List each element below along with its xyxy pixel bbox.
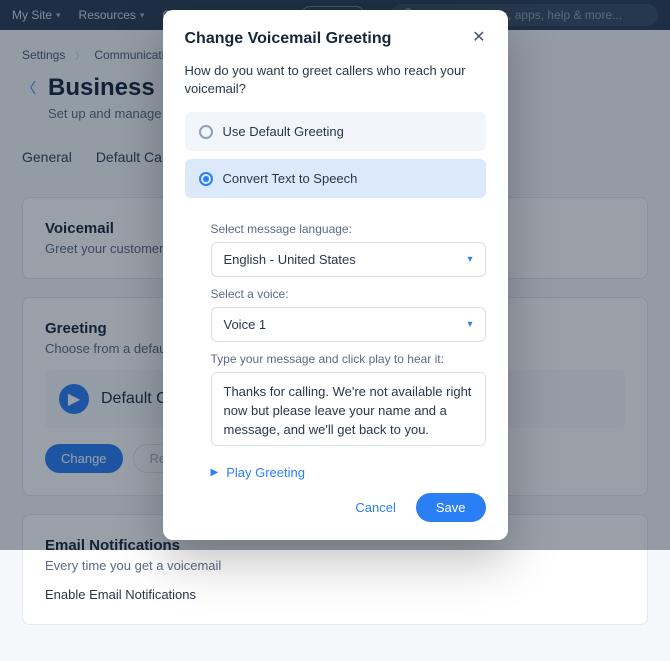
select-value: English - United States: [224, 252, 356, 267]
tts-settings: Select message language: English - Unite…: [185, 206, 486, 483]
card-desc: Every time you get a voicemail: [45, 558, 625, 573]
play-label: Play Greeting: [226, 465, 305, 480]
select-value: Voice 1: [224, 317, 267, 332]
language-label: Select message language:: [211, 222, 486, 236]
change-greeting-modal: Change Voicemail Greeting ✕ How do you w…: [163, 10, 508, 540]
option-text-to-speech[interactable]: Convert Text to Speech: [185, 159, 486, 198]
play-icon: ▶: [211, 467, 219, 478]
close-icon[interactable]: ✕: [472, 30, 485, 46]
message-textarea[interactable]: [211, 372, 486, 446]
radio-icon: [199, 172, 213, 186]
toggle-label: Enable Email Notifications: [45, 587, 625, 602]
option-default-greeting[interactable]: Use Default Greeting: [185, 112, 486, 151]
cancel-button[interactable]: Cancel: [341, 493, 409, 522]
voice-select[interactable]: Voice 1 ▾: [211, 307, 486, 342]
play-greeting-button[interactable]: ▶ Play Greeting: [211, 465, 486, 480]
save-button[interactable]: Save: [416, 493, 486, 522]
radio-icon: [199, 125, 213, 139]
chevron-down-icon: ▾: [467, 254, 472, 265]
chevron-down-icon: ▾: [467, 319, 472, 330]
option-label: Use Default Greeting: [223, 124, 344, 139]
language-select[interactable]: English - United States ▾: [211, 242, 486, 277]
voice-label: Select a voice:: [211, 287, 486, 301]
message-label: Type your message and click play to hear…: [211, 352, 486, 366]
option-label: Convert Text to Speech: [223, 171, 358, 186]
modal-title: Change Voicemail Greeting: [185, 30, 392, 48]
modal-prompt: How do you want to greet callers who rea…: [185, 62, 486, 98]
modal-overlay: Change Voicemail Greeting ✕ How do you w…: [0, 0, 670, 550]
